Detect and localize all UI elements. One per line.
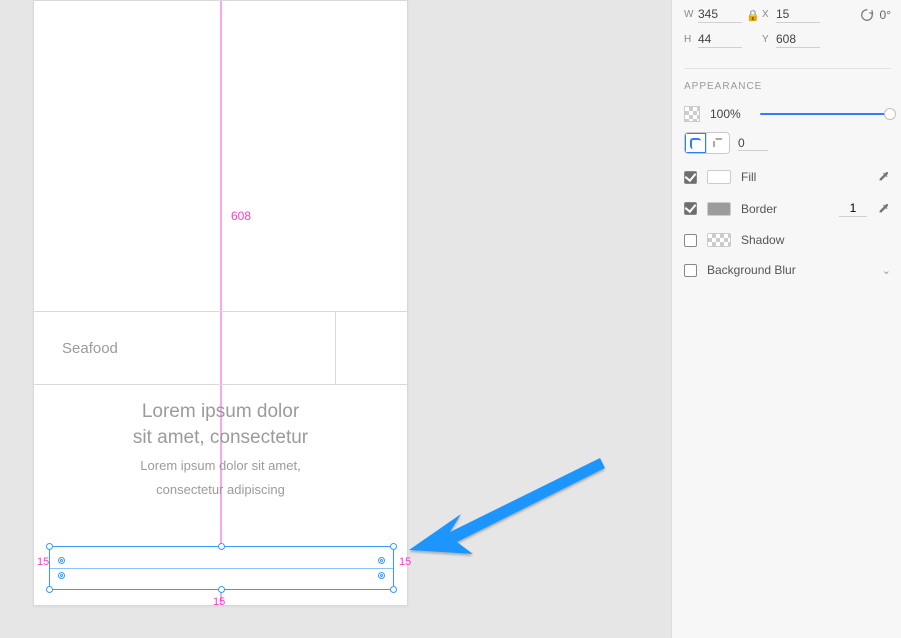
distance-right-label: 15 <box>399 556 411 568</box>
section-title-appearance: APPEARANCE <box>684 81 891 92</box>
opacity-slider[interactable] <box>760 107 891 121</box>
bgblur-label: Background Blur <box>707 263 872 277</box>
fill-checkbox[interactable] <box>684 171 697 184</box>
subtext-line-2: consectetur adipiscing <box>34 481 407 499</box>
chevron-down-icon[interactable]: ⌄ <box>882 264 891 277</box>
rotation-value: 0° <box>880 8 891 22</box>
fill-color-swatch[interactable] <box>707 170 731 184</box>
x-input[interactable] <box>776 6 820 23</box>
corner-radius-row: 0 <box>684 132 891 154</box>
fill-label: Fill <box>741 170 867 184</box>
uniform-radius-button[interactable] <box>685 133 707 153</box>
headline-line-2: sit amet, consectetur <box>34 425 407 451</box>
rotation-field[interactable]: 0° <box>860 8 891 22</box>
fill-row: Fill <box>684 170 891 184</box>
width-input[interactable] <box>698 6 742 23</box>
dimensions-group: W 🔒 X 0° H Y <box>684 6 891 48</box>
shadow-color-swatch[interactable] <box>707 233 731 247</box>
subtext-line-1: Lorem ipsum dolor sit amet, <box>34 457 407 475</box>
annotation-arrow-icon <box>405 454 615 574</box>
list-item-label: Seafood <box>34 312 335 384</box>
placeholder-text-block: Lorem ipsum dolor sit amet, consectetur … <box>34 399 407 499</box>
shadow-label: Shadow <box>741 233 891 247</box>
rounded-corner-icon <box>690 138 701 149</box>
width-label: W <box>684 9 698 20</box>
y-input[interactable] <box>776 31 820 48</box>
lock-icon[interactable]: 🔒 <box>746 10 760 22</box>
list-item-accessory <box>335 312 407 384</box>
x-label: X <box>762 9 776 20</box>
opacity-swatch-icon[interactable] <box>684 106 700 122</box>
border-row: Border <box>684 200 891 217</box>
height-input[interactable] <box>698 31 742 48</box>
border-color-swatch[interactable] <box>707 202 731 216</box>
distance-bottom-label: 15 <box>213 596 225 608</box>
table-row: Seafood <box>34 311 407 385</box>
eyedropper-icon[interactable] <box>877 202 891 216</box>
rotate-icon <box>860 8 874 22</box>
independent-radius-button[interactable] <box>707 133 729 153</box>
design-canvas[interactable]: 608 Seafood Lorem ipsum dolor sit amet, … <box>0 0 660 638</box>
distance-left-label: 15 <box>37 556 49 568</box>
distance-y-label: 608 <box>229 209 253 223</box>
height-label: H <box>684 34 698 45</box>
slider-thumb[interactable] <box>884 108 896 120</box>
artboard[interactable]: 608 Seafood Lorem ipsum dolor sit amet, … <box>33 0 408 606</box>
shadow-row: Shadow <box>684 233 891 247</box>
radius-input[interactable]: 0 <box>738 136 768 151</box>
background-blur-row: Background Blur ⌄ <box>684 263 891 277</box>
opacity-value[interactable]: 100% <box>710 107 750 121</box>
border-width-input[interactable] <box>839 200 867 217</box>
shadow-checkbox[interactable] <box>684 234 697 247</box>
eyedropper-icon[interactable] <box>877 170 891 184</box>
selected-rectangle-layer[interactable] <box>49 546 394 590</box>
y-label: Y <box>762 34 776 45</box>
border-label: Border <box>741 202 829 216</box>
appearance-section: APPEARANCE 100% 0 Fill Border <box>684 68 891 277</box>
vertical-guide <box>220 1 221 605</box>
bgblur-checkbox[interactable] <box>684 264 697 277</box>
corner-mode-toggle <box>684 132 730 154</box>
headline-line-1: Lorem ipsum dolor <box>34 399 407 425</box>
border-checkbox[interactable] <box>684 202 697 215</box>
inspector-panel: W 🔒 X 0° H Y APPEARANCE 100% <box>671 0 901 638</box>
opacity-row: 100% <box>684 106 891 122</box>
independent-corner-icon <box>713 138 724 149</box>
